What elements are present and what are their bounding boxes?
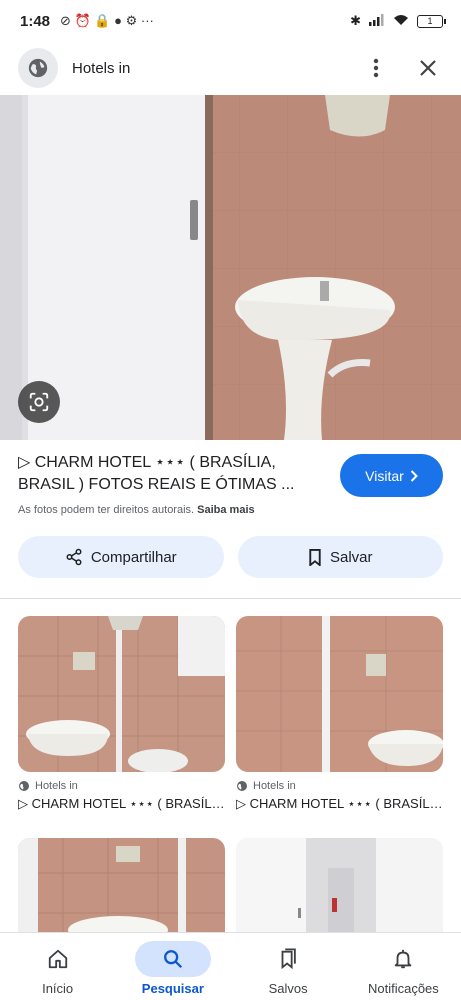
related-source: Hotels in bbox=[18, 780, 225, 792]
nav-saved[interactable]: Salvos bbox=[231, 933, 346, 1000]
related-thumbnail[interactable] bbox=[236, 616, 443, 772]
action-row: Compartilhar Salvar bbox=[18, 536, 443, 578]
wifi-icon bbox=[393, 14, 409, 29]
visit-label: Visitar bbox=[365, 467, 404, 484]
learn-more-link[interactable]: Saiba mais bbox=[197, 504, 254, 516]
visit-button[interactable]: Visitar bbox=[340, 454, 443, 497]
copyright-text: As fotos podem ter direitos autorais. bbox=[18, 504, 195, 516]
bookmark-icon bbox=[309, 548, 321, 566]
viewer-header: Hotels in bbox=[0, 42, 461, 94]
nav-home-label: Início bbox=[42, 981, 74, 996]
lens-icon bbox=[29, 392, 49, 412]
close-button[interactable] bbox=[413, 53, 443, 83]
battery-icon: 1 bbox=[417, 14, 446, 28]
related-source-label: Hotels in bbox=[35, 780, 78, 792]
result-title[interactable]: ▷ CHARM HOTEL ⋆⋆⋆ ( BRASÍLIA, BRASIL ) F… bbox=[18, 452, 323, 496]
nav-search-label: Pesquisar bbox=[141, 981, 204, 996]
system-icons: ✱ 1 bbox=[350, 13, 446, 29]
page-title: Hotels in bbox=[72, 59, 131, 77]
main-image[interactable] bbox=[0, 95, 461, 440]
home-icon bbox=[48, 949, 67, 969]
more-options-button[interactable] bbox=[361, 53, 391, 83]
related-source-label: Hotels in bbox=[253, 780, 296, 792]
nav-notifications-label: Notificações bbox=[367, 981, 439, 996]
site-favicon[interactable] bbox=[18, 48, 58, 88]
share-label: Compartilhar bbox=[90, 548, 177, 566]
copyright-note: As fotos podem ter direitos autorais. Sa… bbox=[18, 504, 443, 516]
share-button[interactable]: Compartilhar bbox=[18, 536, 224, 578]
share-icon bbox=[66, 548, 82, 566]
globe-icon bbox=[19, 781, 29, 791]
saved-icon bbox=[281, 948, 296, 970]
bathroom-photo bbox=[0, 95, 461, 440]
save-button[interactable]: Salvar bbox=[237, 536, 443, 578]
save-label: Salvar bbox=[329, 548, 373, 566]
lens-search-button[interactable] bbox=[18, 381, 60, 423]
related-card[interactable]: Hotels in ▷ CHARM HOTEL ⋆⋆⋆ ( BRASÍLIA, … bbox=[236, 616, 443, 812]
status-bar: 1:48 ⊘ ⏰ 🔒 ● ⚙ ··· ✱ 1 bbox=[0, 0, 461, 42]
bell-icon bbox=[395, 949, 412, 969]
chevron-right-icon bbox=[410, 469, 418, 482]
related-title[interactable]: ▷ CHARM HOTEL ⋆⋆⋆ ( BRASÍLIA, BRASIL ) F… bbox=[236, 796, 443, 812]
bluetooth-icon: ✱ bbox=[350, 13, 361, 28]
globe-icon bbox=[237, 781, 247, 791]
bottom-navigation: Início Pesquisar Salvos Notificações bbox=[0, 932, 461, 1000]
globe-icon bbox=[28, 58, 48, 78]
related-title[interactable]: ▷ CHARM HOTEL ⋆⋆⋆ ( BRASÍLIA, BRASIL ) F… bbox=[18, 796, 225, 812]
close-icon bbox=[420, 60, 436, 76]
nav-search[interactable]: Pesquisar bbox=[115, 933, 230, 1000]
status-time: 1:48 bbox=[20, 12, 51, 30]
notification-icons: ⊘ ⏰ 🔒 ● ⚙ ··· bbox=[60, 13, 154, 28]
more-vert-icon bbox=[373, 58, 379, 78]
nav-notifications[interactable]: Notificações bbox=[346, 933, 461, 1000]
related-card[interactable]: Hotels in ▷ CHARM HOTEL ⋆⋆⋆ ( BRASÍLIA, … bbox=[18, 616, 225, 812]
related-images-grid: Hotels in ▷ CHARM HOTEL ⋆⋆⋆ ( BRASÍLIA, … bbox=[18, 616, 443, 948]
signal-icon bbox=[369, 13, 385, 29]
search-icon bbox=[163, 950, 182, 969]
related-thumbnail[interactable] bbox=[18, 616, 225, 772]
nav-saved-label: Salvos bbox=[268, 981, 308, 996]
divider bbox=[0, 598, 461, 599]
nav-home[interactable]: Início bbox=[0, 933, 115, 1000]
related-source: Hotels in bbox=[236, 780, 443, 792]
